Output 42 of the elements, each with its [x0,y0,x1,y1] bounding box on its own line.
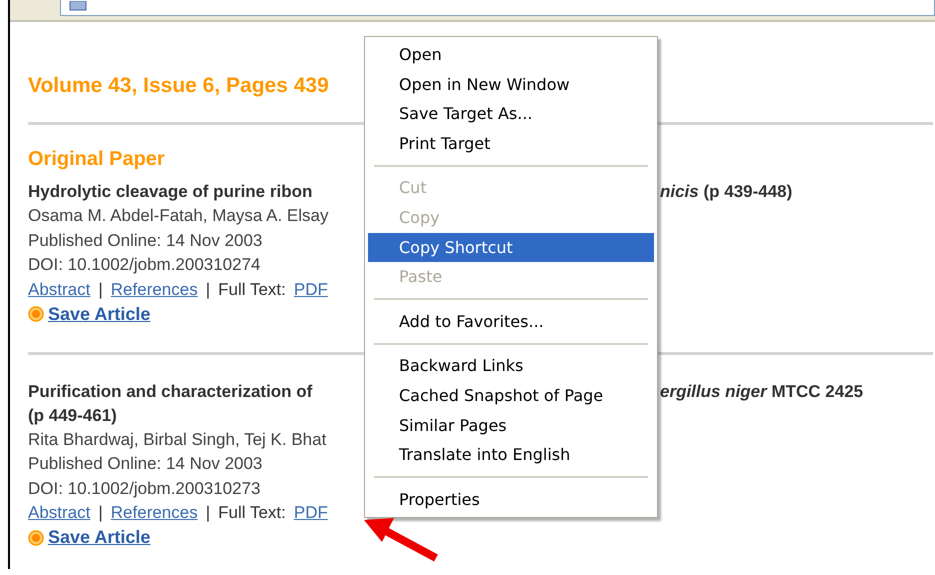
link-divider: | [206,503,210,524]
article-title: Hydrolytic cleavage of purine ribon [28,181,312,203]
published-date: Published Online: 14 Nov 2003 [28,453,262,475]
pdf-link[interactable]: PDF [294,503,328,524]
published-date: Published Online: 14 Nov 2003 [28,230,262,252]
menu-item[interactable]: Properties [368,484,654,514]
menu-item[interactable]: Backward Links [368,351,654,381]
menu-item[interactable]: Cached Snapshot of Page [368,380,654,411]
pdf-link[interactable]: PDF [294,280,328,300]
save-article-link[interactable]: Save Article [48,527,150,548]
article-title: Purification and characterization of [28,380,312,402]
link-divider: | [98,280,103,300]
section-title: Original Paper [28,147,165,172]
article-title: ergillus niger MTCC 2425 [660,380,864,402]
full-text-label: Full Text: [218,280,286,300]
volume-title: Volume 43, Issue 6, Pages 439 [28,73,329,99]
article-link[interactable]: Abstract [28,280,90,300]
page-icon [69,0,87,10]
save-article-link[interactable]: Save Article [48,304,150,325]
article-link[interactable]: References [110,503,198,524]
radio-bullet-icon [28,530,44,546]
menu-item[interactable]: Translate into English [368,440,654,470]
menu-item[interactable]: Open in New Window [368,70,654,100]
menu-item[interactable]: Open [368,40,654,70]
article-authors: Osama M. Abdel-Fatah, Maysa A. Elsay [28,205,328,227]
article-title: (p 449-461) [28,404,117,426]
full-text-label: Full Text: [218,503,286,524]
article-title: nicis (p 439-448) [660,181,792,203]
address-field[interactable] [60,0,935,16]
doi-text: DOI: 10.1002/jobm.200310274 [28,254,261,276]
article-authors: Rita Bhardwaj, Birbal Singh, Tej K. Bhat [28,428,326,450]
radio-bullet-icon [28,306,44,322]
menu-item[interactable]: Similar Pages [368,410,654,440]
article-link[interactable]: References [110,280,198,300]
menu-item[interactable]: Copy Shortcut [368,232,654,262]
doi-text: DOI: 10.1002/jobm.200310273 [28,478,261,500]
link-divider: | [98,503,103,524]
menu-item[interactable]: Save Target As... [368,99,654,129]
menu-item[interactable]: Add to Favorites... [368,306,654,336]
menu-item[interactable]: Print Target [368,128,654,158]
link-divider: | [206,280,210,300]
article-link[interactable]: Abstract [28,503,90,524]
